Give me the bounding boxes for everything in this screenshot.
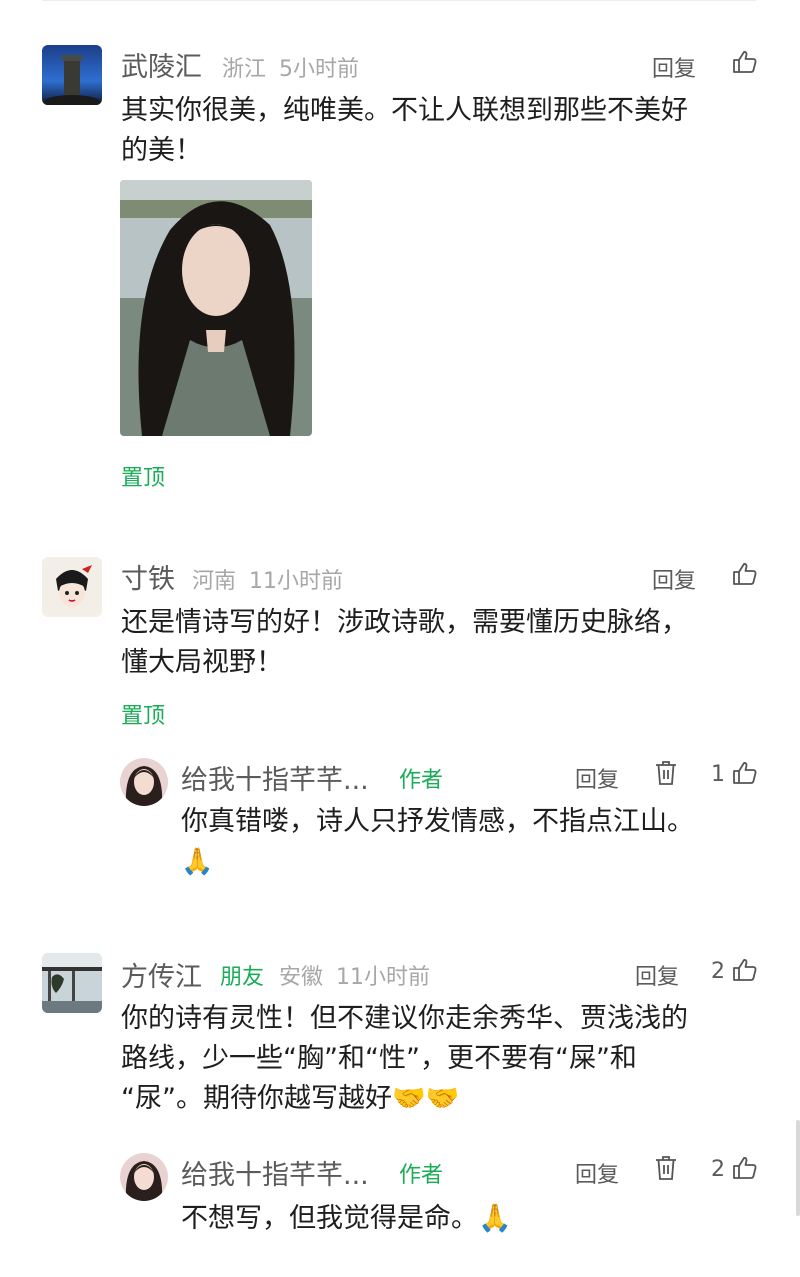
pinned-label: 置顶: [121, 704, 166, 729]
region-label: 河南: [192, 569, 237, 594]
thumbs-up-icon[interactable]: [732, 49, 758, 79]
region-label: 浙江: [222, 57, 267, 82]
like-count: 1: [711, 762, 725, 787]
avatar[interactable]: [120, 1153, 168, 1201]
comment-photo[interactable]: [120, 180, 312, 436]
comment-text: 还是情诗写的好！涉政诗歌，需要懂历史脉络， 懂大局视野！: [121, 607, 688, 678]
trash-icon[interactable]: [654, 760, 678, 790]
reply-button[interactable]: 回复: [635, 959, 679, 991]
timestamp: 5小时前: [279, 57, 359, 82]
top-divider: [42, 0, 756, 1]
timestamp: 11小时前: [249, 569, 343, 594]
like-count: 2: [711, 959, 725, 984]
author-name[interactable]: 给我十指芊芊...: [181, 1153, 369, 1192]
author-name[interactable]: 寸铁: [121, 557, 175, 596]
avatar[interactable]: [42, 953, 102, 1013]
avatar[interactable]: [120, 758, 168, 806]
reply-button[interactable]: 回复: [652, 51, 696, 83]
timestamp: 11小时前: [336, 965, 430, 990]
author-name[interactable]: 方传江: [121, 955, 202, 994]
comment-text: 你的诗有灵性！但不建议你走余秀华、贾浅浅的 路线，少一些“胸”和“性”，更不要有…: [121, 1003, 688, 1114]
avatar[interactable]: [42, 557, 102, 617]
reply-text: 不想写，但我觉得是命。🙏: [181, 1203, 512, 1234]
author-badge: 作者: [399, 1163, 444, 1188]
like-count: 2: [711, 1157, 725, 1182]
thumbs-up-icon[interactable]: [732, 1155, 758, 1185]
reply-button[interactable]: 回复: [652, 563, 696, 595]
thumbs-up-icon[interactable]: [732, 957, 758, 987]
scrollbar[interactable]: [796, 1120, 800, 1216]
pinned-label: 置顶: [121, 466, 166, 491]
reply-button[interactable]: 回复: [575, 762, 619, 794]
thumbs-up-icon[interactable]: [732, 760, 758, 790]
author-badge: 作者: [399, 768, 444, 793]
author-name[interactable]: 武陵汇: [121, 45, 202, 84]
trash-icon[interactable]: [654, 1155, 678, 1185]
reply-text: 你真错喽，诗人只抒发情感，不指点江山。 🙏: [181, 806, 694, 877]
author-name[interactable]: 给我十指芊芊...: [181, 758, 369, 797]
friend-badge: 朋友: [220, 965, 265, 990]
reply-button[interactable]: 回复: [575, 1157, 619, 1189]
thumbs-up-icon[interactable]: [732, 561, 758, 591]
region-label: 安徽: [279, 965, 324, 990]
comment-text: 其实你很美，纯唯美。不让人联想到那些不美好 的美！: [121, 95, 688, 166]
avatar[interactable]: [42, 45, 102, 105]
